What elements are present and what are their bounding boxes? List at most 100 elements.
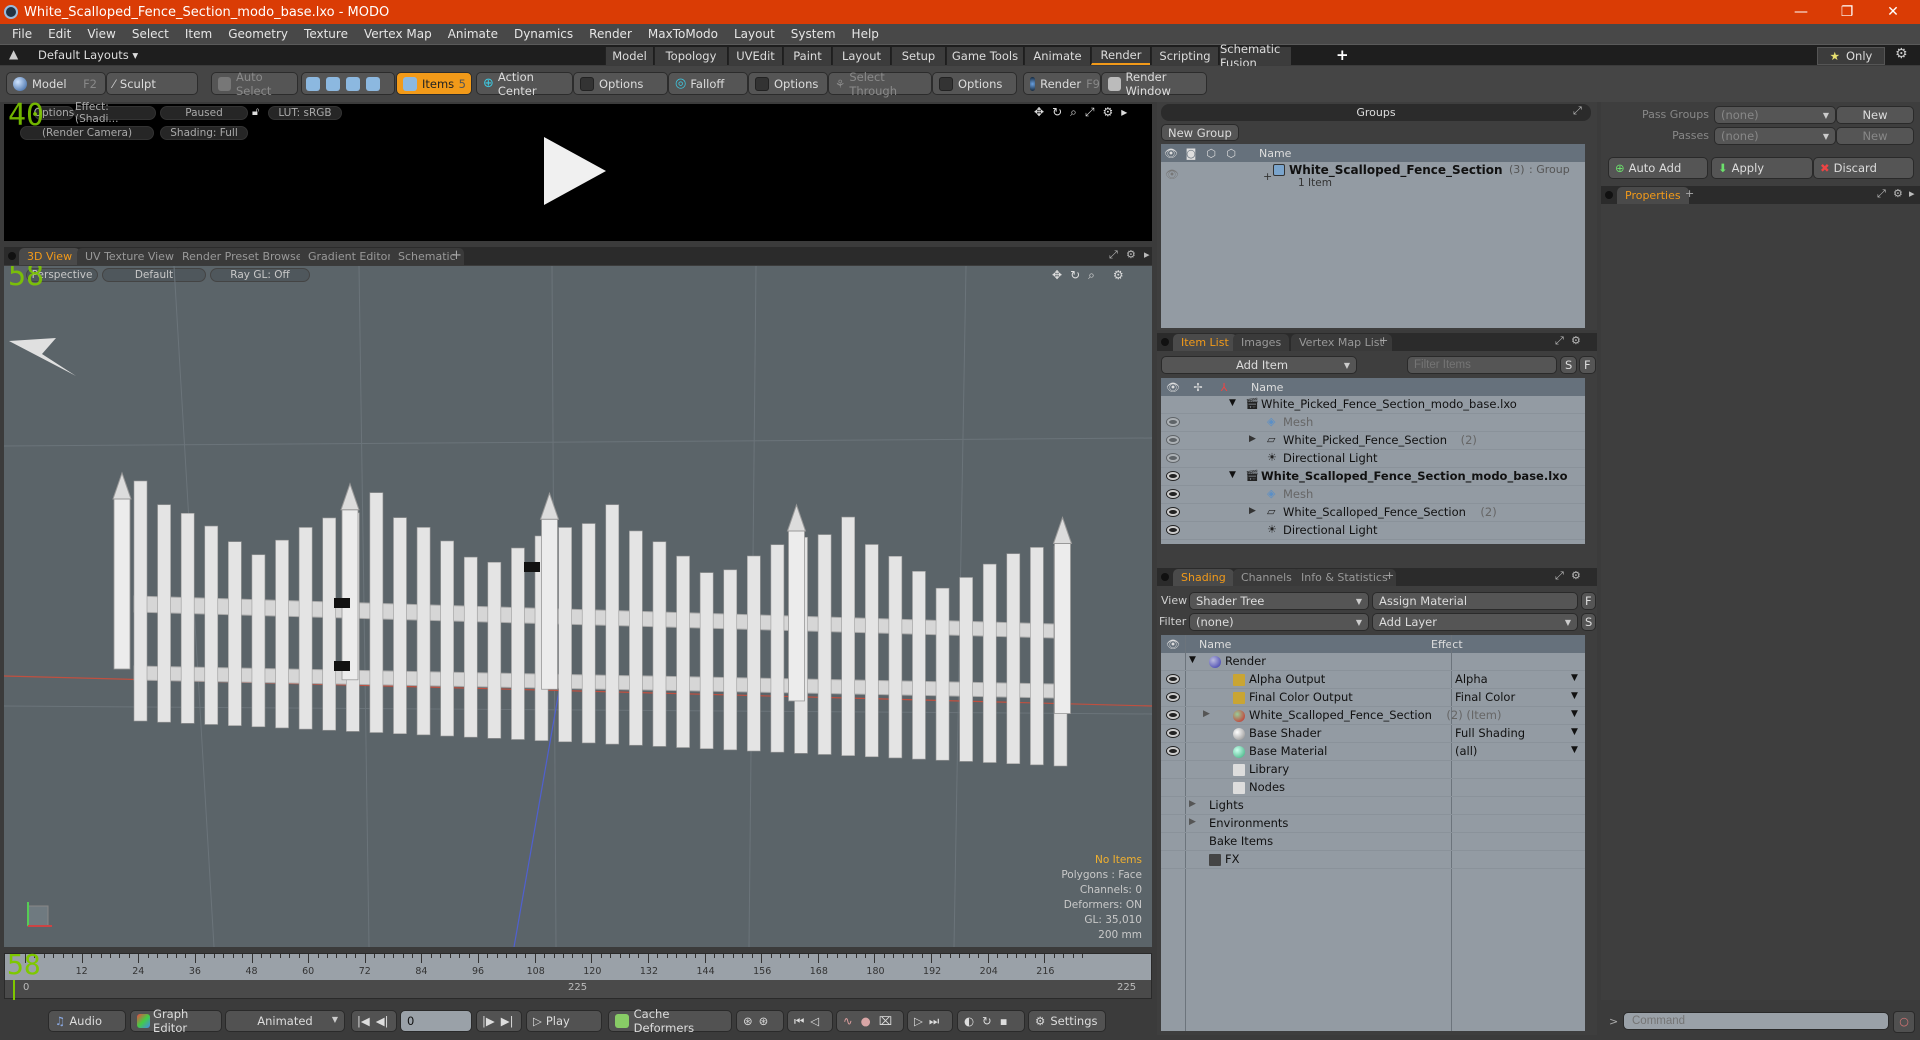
collapse-arrow-icon[interactable]: ▼	[1189, 655, 1196, 665]
key-up-icon[interactable]: ⊛	[743, 1014, 753, 1028]
cache-deformers-button[interactable]: Cache Deformers	[608, 1007, 732, 1035]
discard-button[interactable]: ✖ Discard	[1813, 157, 1914, 179]
new-group-button[interactable]: New Group	[1161, 124, 1239, 141]
shader-tree-row[interactable]: Alpha Output Alpha ▼	[1161, 671, 1585, 689]
s-button[interactable]: S	[1581, 613, 1596, 631]
gear-icon[interactable]: ⚙	[1126, 248, 1136, 261]
effect-dropdown[interactable]: Final Color	[1455, 690, 1515, 704]
collapse-arrow-icon[interactable]: ▼	[1229, 398, 1236, 408]
filter-items-input[interactable]	[1407, 356, 1557, 374]
visibility-icon[interactable]	[1167, 526, 1179, 534]
go-to-start-icon[interactable]: |◀	[357, 1014, 370, 1028]
render-button[interactable]: Render F9	[1023, 72, 1101, 95]
layout-tab-schematic-fusion[interactable]: Schematic Fusion	[1219, 42, 1291, 70]
chevron-down-icon[interactable]: ▼	[1571, 727, 1578, 737]
only-toggle[interactable]: ★ Only	[1817, 47, 1885, 65]
chevron-down-icon[interactable]: ▼	[1571, 673, 1578, 683]
maximize-icon[interactable]: ⤢	[1573, 104, 1582, 118]
add-layer-dropdown[interactable]: Add Layer	[1372, 613, 1578, 631]
view-dropdown[interactable]: Shader Tree	[1189, 592, 1369, 610]
effect-dropdown[interactable]: Full Shading	[1455, 726, 1525, 740]
next-key-icon[interactable]: |▶	[482, 1014, 495, 1028]
prev-key-icon[interactable]: ◀|	[376, 1014, 389, 1028]
menu-system[interactable]: System	[783, 27, 844, 41]
gear-icon[interactable]: ⚙	[1571, 569, 1581, 582]
menu-layout[interactable]: Layout	[726, 27, 783, 41]
s-button[interactable]: S	[1560, 356, 1577, 374]
curve-icon[interactable]: ∿	[843, 1014, 853, 1028]
shading-dropdown[interactable]: Shading: Full	[160, 126, 248, 140]
maximize-icon[interactable]: ⤢	[1085, 105, 1095, 120]
animation-mode-dropdown[interactable]: Animated	[225, 1010, 345, 1032]
chevron-down-icon[interactable]: ▼	[1571, 709, 1578, 719]
add-tab-button[interactable]: +	[451, 248, 462, 263]
lock-icon[interactable]: 🔓︎	[252, 105, 259, 119]
effect-dropdown[interactable]: Alpha	[1455, 672, 1488, 686]
layout-tab-game-tools[interactable]: Game Tools	[946, 47, 1023, 65]
expand-arrow-icon[interactable]: ▶	[1189, 799, 1196, 809]
auto-key-icon[interactable]: ⌧	[879, 1014, 892, 1028]
pause-toggle[interactable]: Paused	[160, 106, 248, 120]
items-mode-button[interactable]: Items 5	[396, 72, 472, 95]
action-center-button[interactable]: ⊕ Action Center	[476, 70, 573, 98]
item-list-row[interactable]: ▼ 🎬︎ White_Picked_Fence_Section_modo_base.…	[1161, 396, 1585, 414]
f-button[interactable]: F	[1581, 592, 1596, 610]
gear-icon[interactable]: ⚙	[1893, 187, 1903, 200]
settings-button[interactable]: ⚙ Settings	[1028, 1010, 1106, 1032]
tab-render-preset-browser[interactable]: Render Preset Browser	[174, 248, 316, 265]
visibility-icon[interactable]	[1167, 747, 1179, 755]
layout-tab-setup[interactable]: Setup	[891, 47, 945, 65]
gear-icon[interactable]: ⚙	[1571, 334, 1581, 347]
close-button[interactable]: ✕	[1870, 0, 1916, 24]
menu-view[interactable]: View	[79, 27, 123, 41]
shader-tree-row[interactable]: Base Shader Full Shading ▼	[1161, 725, 1585, 743]
chevron-down-icon[interactable]: ▼	[1571, 745, 1578, 755]
passes-dropdown[interactable]: (none)	[1714, 127, 1836, 145]
materials-mode-icon[interactable]	[366, 76, 380, 91]
tab-properties[interactable]: Properties	[1617, 187, 1689, 204]
loop-icon[interactable]: ↻	[982, 1014, 992, 1028]
item-list-row[interactable]: ◈ Mesh	[1161, 414, 1585, 432]
select-options-button[interactable]: Options	[932, 72, 1017, 95]
menu-dynamics[interactable]: Dynamics	[506, 27, 581, 41]
item-list-row[interactable]: ☀ Directional Light	[1161, 450, 1585, 468]
add-item-dropdown[interactable]: Add Item	[1161, 356, 1357, 374]
polygons-mode-icon[interactable]	[346, 76, 360, 91]
range-bar[interactable]: 0 225 225	[5, 980, 1151, 998]
shader-tree-row[interactable]: FX	[1161, 851, 1585, 869]
item-list-row[interactable]: ▶ ▱ White_Picked_Fence_Section (2)	[1161, 432, 1585, 450]
layout-tab-uvedit[interactable]: UVEdit	[728, 47, 782, 65]
layout-up-icon[interactable]: ▲	[9, 47, 18, 61]
pass-groups-dropdown[interactable]: (none)	[1714, 106, 1836, 124]
maximize-icon[interactable]: ⤢	[1555, 569, 1564, 583]
menu-texture[interactable]: Texture	[296, 27, 356, 41]
visibility-icon[interactable]	[1167, 508, 1179, 516]
lut-dropdown[interactable]: LUT: sRGB	[268, 106, 342, 120]
new-pass-group-button[interactable]: New	[1836, 106, 1914, 124]
restore-button[interactable]: ❐	[1824, 0, 1870, 24]
graph-editor-button[interactable]: Graph Editor	[130, 1007, 222, 1035]
pan-icon[interactable]: ✥	[1034, 105, 1044, 120]
collapse-arrow-icon[interactable]: ▼	[1229, 470, 1236, 480]
visibility-icon[interactable]	[1167, 454, 1179, 462]
visibility-icon[interactable]: 👁︎	[1165, 168, 1179, 181]
item-list-row[interactable]: ◈ Mesh	[1161, 486, 1585, 504]
expand-arrow-icon[interactable]: ▶	[1189, 817, 1196, 827]
key-filter-icon[interactable]: ◐	[964, 1014, 974, 1028]
tab-uv-texture-view[interactable]: UV Texture View	[77, 248, 182, 265]
prev-key-icon[interactable]: ◁	[810, 1014, 819, 1028]
expand-arrow-icon[interactable]: ▶	[1249, 506, 1256, 516]
menu-render[interactable]: Render	[581, 27, 640, 41]
menu-file[interactable]: File	[0, 27, 40, 41]
add-tab-button[interactable]: +	[1685, 187, 1694, 200]
minimize-button[interactable]: —	[1778, 0, 1824, 24]
expand-arrow-icon[interactable]: ▸	[1121, 105, 1127, 120]
menu-item[interactable]: Item	[177, 27, 220, 41]
sculpt-mode-button[interactable]: ⁄ Sculpt	[106, 72, 198, 95]
item-list-row[interactable]: ☀ Directional Light	[1161, 522, 1585, 540]
key-layer-icon[interactable]: ▪	[1000, 1014, 1008, 1028]
shader-tree-row[interactable]: ▶ Environments	[1161, 815, 1585, 833]
shader-tree-row[interactable]: Nodes	[1161, 779, 1585, 797]
go-to-end-icon[interactable]: ▶|	[501, 1014, 514, 1028]
layout-tab-model[interactable]: Model	[605, 47, 653, 65]
